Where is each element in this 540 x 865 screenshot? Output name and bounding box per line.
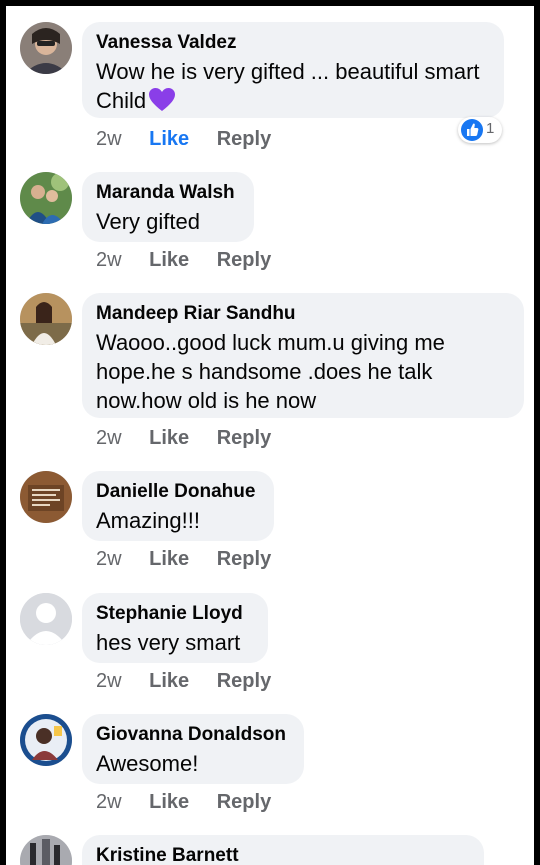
comment-author[interactable]: Stephanie Lloyd [96,603,254,625]
comment-author[interactable]: Vanessa Valdez [96,32,490,54]
comment-time[interactable]: 2w [96,249,122,271]
reply-button[interactable]: Reply [217,791,271,813]
reply-button[interactable]: Reply [217,548,271,570]
avatar[interactable] [20,172,72,224]
thumbs-up-icon [461,119,483,141]
comment-bubble: Giovanna Donaldson Awesome! [82,714,304,784]
like-button[interactable]: Like [149,249,189,271]
comment-time[interactable]: 2w [96,427,122,449]
reply-button[interactable]: Reply [217,427,271,449]
like-button[interactable]: Like [149,791,189,813]
comment-text: Very gifted [96,209,200,234]
comment-text: Amazing!!! [96,508,200,533]
comment-author[interactable]: Maranda Walsh [96,182,240,204]
like-button[interactable]: Like [149,128,189,150]
comment-time[interactable]: 2w [96,548,122,570]
default-profile-icon [20,593,72,645]
comment-bubble: Stephanie Lloyd hes very smart [82,593,268,663]
comment-actions: 2w Like Reply [96,427,293,450]
avatar[interactable] [20,593,72,645]
comment-actions: 2w Like Reply [96,791,293,814]
reply-button[interactable]: Reply [217,249,271,271]
reaction-count-badge[interactable]: 1 [458,117,502,143]
reply-button[interactable]: Reply [217,670,271,692]
comment-author[interactable]: Kristine Barnett [96,845,470,865]
avatar[interactable] [20,714,72,766]
comment-actions: 2w Like Reply [96,670,293,693]
comment-bubble: Vanessa Valdez Wow he is very gifted ...… [82,22,504,118]
comment-actions: 2w Like Reply [96,249,293,272]
comment-text: hes very smart [96,630,241,655]
comment-bubble: Mandeep Riar Sandhu Waooo..good luck mum… [82,293,524,418]
like-button[interactable]: Like [149,427,189,449]
comment-author[interactable]: Mandeep Riar Sandhu [96,303,510,325]
like-button[interactable]: Like [149,670,189,692]
comment-text: Waooo..good luck mum.u giving me hope.he… [96,330,445,413]
comment-time[interactable]: 2w [96,791,122,813]
avatar[interactable] [20,22,72,74]
comment-author[interactable]: Giovanna Donaldson [96,724,290,746]
avatar[interactable] [20,471,72,523]
comment-text: Awesome! [96,751,199,776]
comment-time[interactable]: 2w [96,670,122,692]
comment-bubble: Kristine Barnett [82,835,484,865]
avatar[interactable] [20,835,72,865]
comment-bubble: Maranda Walsh Very gifted [82,172,254,242]
reaction-count: 1 [486,120,495,137]
comment-actions: 2w Like Reply [96,128,293,151]
comment-author[interactable]: Danielle Donahue [96,481,260,503]
like-button[interactable]: Like [149,548,189,570]
purple-heart-icon [149,88,176,111]
comments-panel: Vanessa Valdez Wow he is very gifted ...… [6,6,534,865]
comment-actions: 2w Like Reply [96,548,293,571]
avatar[interactable] [20,293,72,345]
comment-time[interactable]: 2w [96,128,122,150]
reply-button[interactable]: Reply [217,128,271,150]
comment-bubble: Danielle Donahue Amazing!!! [82,471,274,541]
